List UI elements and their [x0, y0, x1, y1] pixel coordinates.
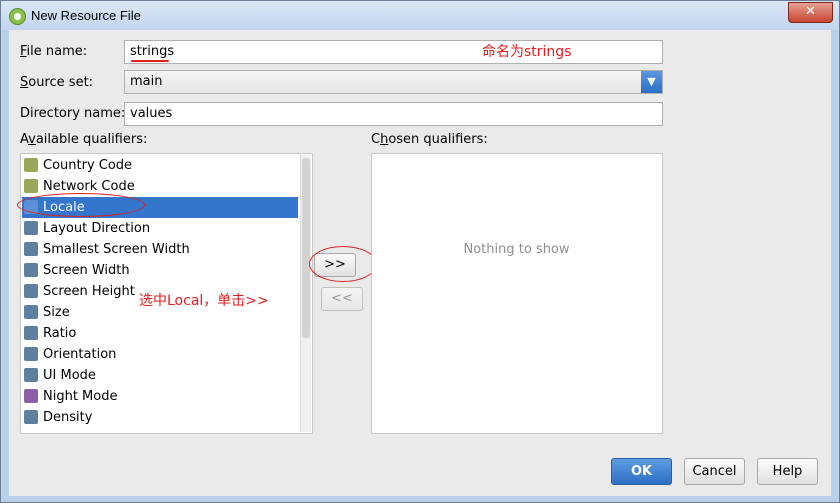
qualifier-item[interactable]: Orientation: [22, 344, 298, 365]
qualifier-item-label: Country Code: [43, 158, 133, 173]
dialog-content: File name: strings 命名为strings Source set…: [9, 30, 831, 496]
qualifier-item[interactable]: Ratio: [22, 323, 298, 344]
title-bar[interactable]: New Resource File ✕: [1, 1, 839, 30]
available-qualifiers-label: Available qualifiers:: [20, 132, 148, 147]
annotation-name-note: 命名为strings: [482, 44, 572, 60]
qualifier-item-label: Screen Height: [43, 284, 135, 299]
empty-list-message: Nothing to show: [463, 242, 570, 257]
chosen-qualifiers-label: Chosen qualifiers:: [371, 132, 488, 147]
smallest-width-icon: [24, 242, 38, 256]
country-code-icon: [24, 158, 38, 172]
source-set-value: main: [130, 74, 163, 89]
qualifier-item[interactable]: UI Mode: [22, 365, 298, 386]
qualifier-item-label: Layout Direction: [43, 221, 151, 236]
annotation-select-note: 选中Local，单击>>: [139, 293, 269, 309]
remove-qualifier-button[interactable]: <<: [321, 287, 363, 311]
qualifier-item[interactable]: Density: [22, 407, 298, 428]
qualifier-item[interactable]: Smallest Screen Width: [22, 239, 298, 260]
qualifier-item-label: UI Mode: [43, 368, 96, 383]
screen-height-icon: [24, 284, 38, 298]
qualifier-item-label: Ratio: [43, 326, 77, 341]
list-scrollbar[interactable]: [300, 155, 311, 432]
ui-mode-icon: [24, 368, 38, 382]
source-set-dropdown[interactable]: main ▼: [124, 70, 663, 94]
source-set-label: Source set:: [20, 75, 94, 90]
network-code-icon: [24, 179, 38, 193]
qualifier-item[interactable]: Night Mode: [22, 386, 298, 407]
night-mode-icon: [24, 389, 38, 403]
orientation-icon: [24, 347, 38, 361]
annotation-circle-add: [309, 246, 377, 282]
qualifier-item[interactable]: Country Code: [22, 155, 298, 176]
qualifier-item[interactable]: Screen Width: [22, 260, 298, 281]
help-button[interactable]: Help: [757, 458, 818, 485]
screen-width-icon: [24, 263, 38, 277]
annotation-circle-locale: [17, 193, 145, 217]
directory-name-label: Directory name:: [20, 106, 126, 121]
scrollbar-thumb[interactable]: [302, 158, 310, 338]
density-icon: [24, 410, 38, 424]
file-name-input[interactable]: strings: [124, 40, 663, 64]
qualifier-item-label: Screen Width: [43, 263, 130, 278]
ratio-icon: [24, 326, 38, 340]
qualifier-item-label: Density: [43, 410, 93, 425]
size-icon: [24, 305, 38, 319]
directory-name-input[interactable]: values: [124, 102, 663, 126]
dialog-window: New Resource File ✕ File name: strings 命…: [0, 0, 840, 503]
ok-button[interactable]: OK: [611, 458, 672, 485]
window-title: New Resource File: [31, 8, 141, 23]
cancel-button[interactable]: Cancel: [684, 458, 745, 485]
qualifier-item-label: Smallest Screen Width: [43, 242, 190, 257]
dropdown-arrow-icon[interactable]: ▼: [641, 71, 662, 93]
qualifier-item-label: Night Mode: [43, 389, 118, 404]
layout-direction-icon: [24, 221, 38, 235]
chosen-qualifiers-list[interactable]: Nothing to show: [371, 153, 663, 434]
file-name-label: File name:: [20, 44, 88, 59]
qualifier-item[interactable]: Layout Direction: [22, 218, 298, 239]
qualifier-item-label: Orientation: [43, 347, 117, 362]
annotation-underline: [131, 60, 169, 62]
close-button[interactable]: ✕: [788, 2, 833, 23]
qualifier-item-label: Size: [43, 305, 70, 320]
android-studio-icon: [9, 8, 26, 25]
